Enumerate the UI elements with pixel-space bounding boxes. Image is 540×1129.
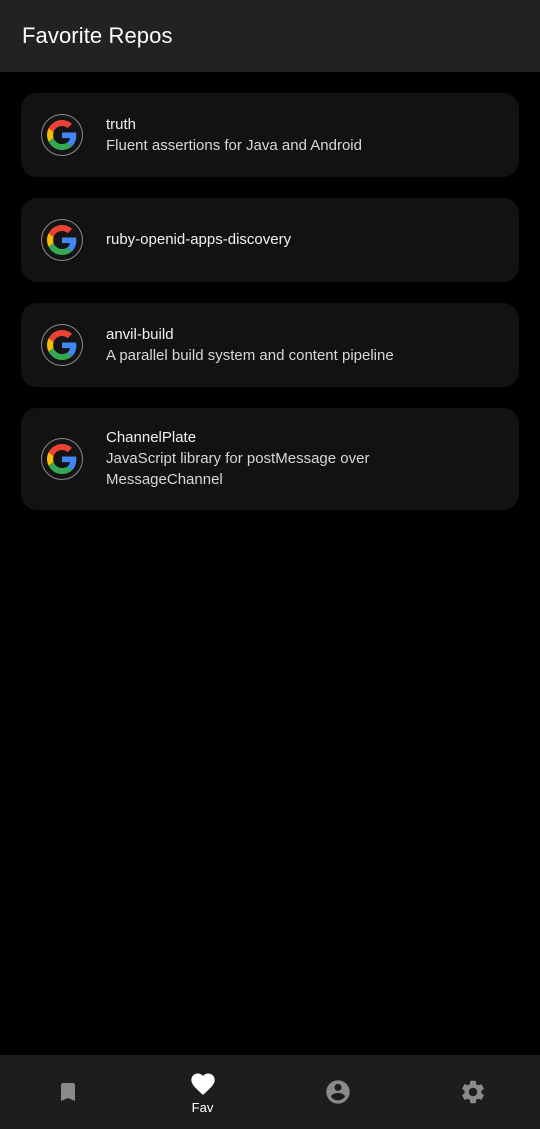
repo-text: ruby-openid-apps-discovery (106, 230, 291, 250)
repo-avatar (41, 219, 83, 261)
bookmark-icon (60, 1083, 75, 1101)
repo-card-ruby-openid-apps-discovery[interactable]: ruby-openid-apps-discovery (21, 198, 519, 282)
nav-item-profile[interactable] (270, 1055, 405, 1129)
app-root: Favorite Repos truth Fluent assertions f… (0, 0, 540, 1129)
nav-label-fav: Fav (191, 1099, 214, 1115)
repo-name: anvil-build (106, 325, 174, 343)
repo-list: truth Fluent assertions for Java and And… (21, 93, 519, 531)
repo-card-channelplate[interactable]: ChannelPlate JavaScript library for post… (21, 408, 519, 510)
google-logo-icon (47, 444, 77, 474)
repo-text: truth Fluent assertions for Java and And… (106, 115, 362, 156)
repo-avatar (41, 114, 83, 156)
repo-name: ruby-openid-apps-discovery (106, 231, 292, 248)
repo-description: A parallel build system and content pipe… (106, 346, 394, 364)
repo-avatar (41, 324, 83, 366)
nav-item-settings[interactable] (405, 1055, 540, 1129)
repo-text: ChannelPlate JavaScript library for post… (106, 428, 436, 490)
repo-card-anvil-build[interactable]: anvil-build A parallel build system and … (21, 303, 519, 387)
settings-icon (461, 1080, 484, 1104)
google-logo-icon (47, 330, 77, 360)
page-title: Favorite Repos (22, 23, 173, 48)
repo-avatar (41, 438, 83, 480)
google-logo-icon (47, 225, 77, 255)
repo-name: truth (106, 115, 137, 133)
nav-item-bookmarks[interactable] (0, 1055, 135, 1129)
account-icon (325, 1080, 350, 1104)
repo-description: Fluent assertions for Java and Android (106, 136, 362, 154)
repo-card-truth[interactable]: truth Fluent assertions for Java and And… (21, 93, 519, 177)
nav-item-fav[interactable]: Fav (135, 1055, 270, 1129)
repo-name: ChannelPlate (106, 429, 197, 446)
google-logo-icon (47, 120, 77, 150)
bottom-navigation: Fav (0, 1055, 540, 1129)
repo-text: anvil-build A parallel build system and … (106, 325, 394, 366)
repo-description: JavaScript library for postMessage over … (106, 450, 370, 488)
top-app-bar: Favorite Repos (0, 0, 540, 72)
heart-icon (190, 1073, 215, 1095)
